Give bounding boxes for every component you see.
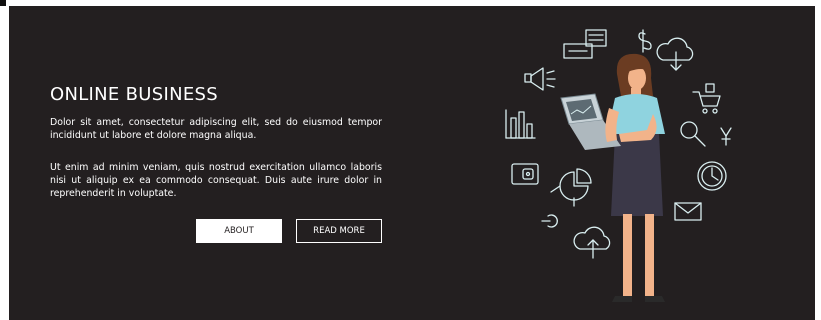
euro-icon [541,214,558,228]
bar-chart-icon [505,109,536,139]
cloud-upload-icon [573,226,611,259]
business-illustration [505,29,732,302]
clock-icon [697,161,727,191]
yen-icon [720,127,732,146]
pie-chart-icon [550,168,592,207]
corner-mark [0,0,6,6]
cloud-download-icon [656,37,694,71]
shopping-cart-icon [692,83,721,114]
magnifier-icon [680,121,706,147]
megaphone-icon [524,67,556,91]
wallet-icon [511,163,539,185]
dollar-icon [638,29,652,53]
hero-banner: ONLINE BUSINESS Dolor sit amet, consecte… [9,6,815,320]
envelope-icon [674,202,702,221]
cash-register-icon [563,29,607,59]
